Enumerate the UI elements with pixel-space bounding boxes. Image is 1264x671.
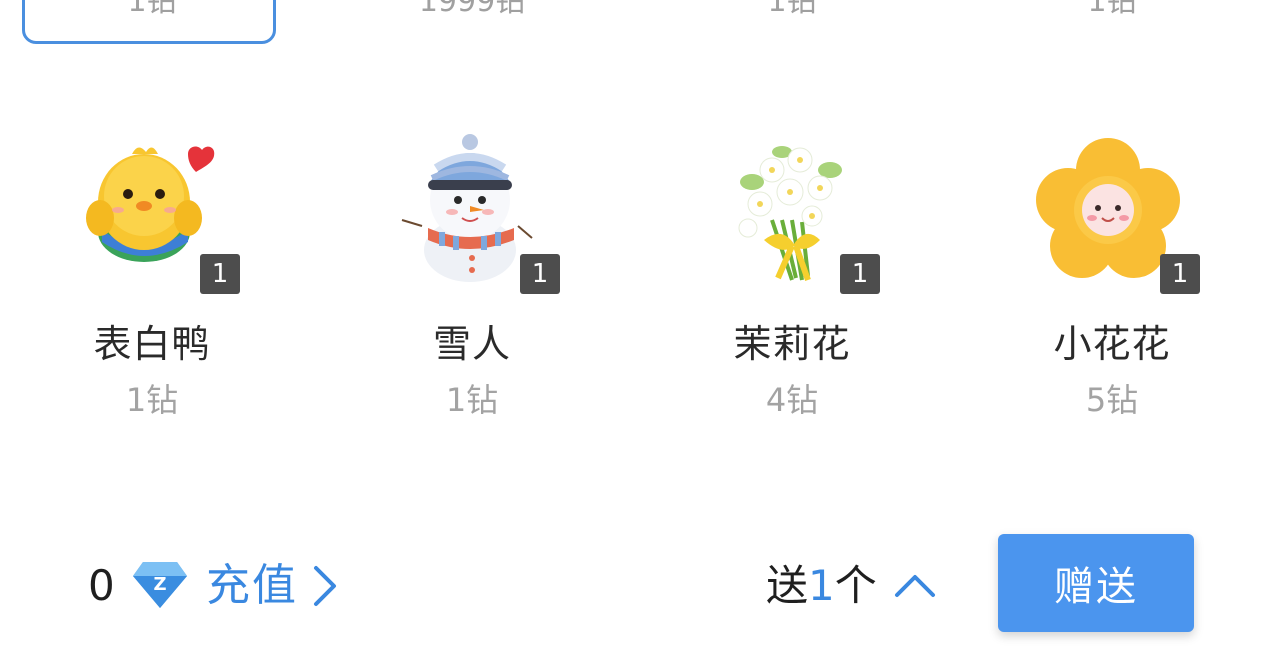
diamond-balance: 0	[88, 561, 115, 610]
gift-price: 1999钻	[418, 0, 526, 19]
chevron-right-icon	[314, 566, 336, 606]
gift-item-xueren[interactable]: 1 雪人 1钻	[322, 126, 642, 426]
gift-price: 1钻	[445, 381, 499, 419]
gift-item-xiaohuahua[interactable]: 1 小花花 5钻	[962, 126, 1264, 426]
gift-count-badge: 1	[520, 254, 560, 294]
gift-name: 雪人	[432, 322, 511, 366]
quantity-prefix: 送	[766, 561, 809, 610]
gift-price: 1钻	[127, 0, 177, 19]
gift-price: 5钻	[1085, 381, 1139, 419]
gift-name: 茉莉花	[733, 322, 851, 366]
gift-count-badge: 1	[1160, 254, 1200, 294]
svg-text:Z: Z	[153, 574, 166, 595]
gift-name: 小花花	[1053, 322, 1171, 366]
gift-price: 4钻	[765, 381, 819, 419]
quantity-selector[interactable]: 送 1 个	[766, 554, 937, 618]
recharge-label: 充值	[206, 560, 298, 611]
chevron-up-icon	[894, 575, 935, 597]
diamond-icon: Z	[133, 562, 187, 608]
gift-price: 1钻	[125, 381, 179, 419]
quantity-value: 1	[808, 561, 835, 610]
gift-action-bar: 0 Z 充值 送 1 个 赠送	[0, 520, 1264, 671]
gift-count-badge: 1	[840, 254, 880, 294]
gift-item-molihua[interactable]: 1 茉莉花 4钻	[642, 126, 962, 426]
previous-gift-row: 1钻 1999钻 1钻 1钻	[0, 0, 1264, 60]
gift-count-badge: 1	[200, 254, 240, 294]
gift-price: 1钻	[767, 0, 817, 19]
gift-item-biaobaiya[interactable]: 1 表白鸭 1钻	[2, 126, 322, 426]
gift-price: 1钻	[1087, 0, 1137, 19]
gift-name: 表白鸭	[93, 322, 211, 366]
send-gift-button[interactable]: 赠送	[998, 534, 1194, 632]
quantity-suffix: 个	[834, 561, 877, 610]
recharge-link[interactable]: 充值	[206, 554, 342, 618]
